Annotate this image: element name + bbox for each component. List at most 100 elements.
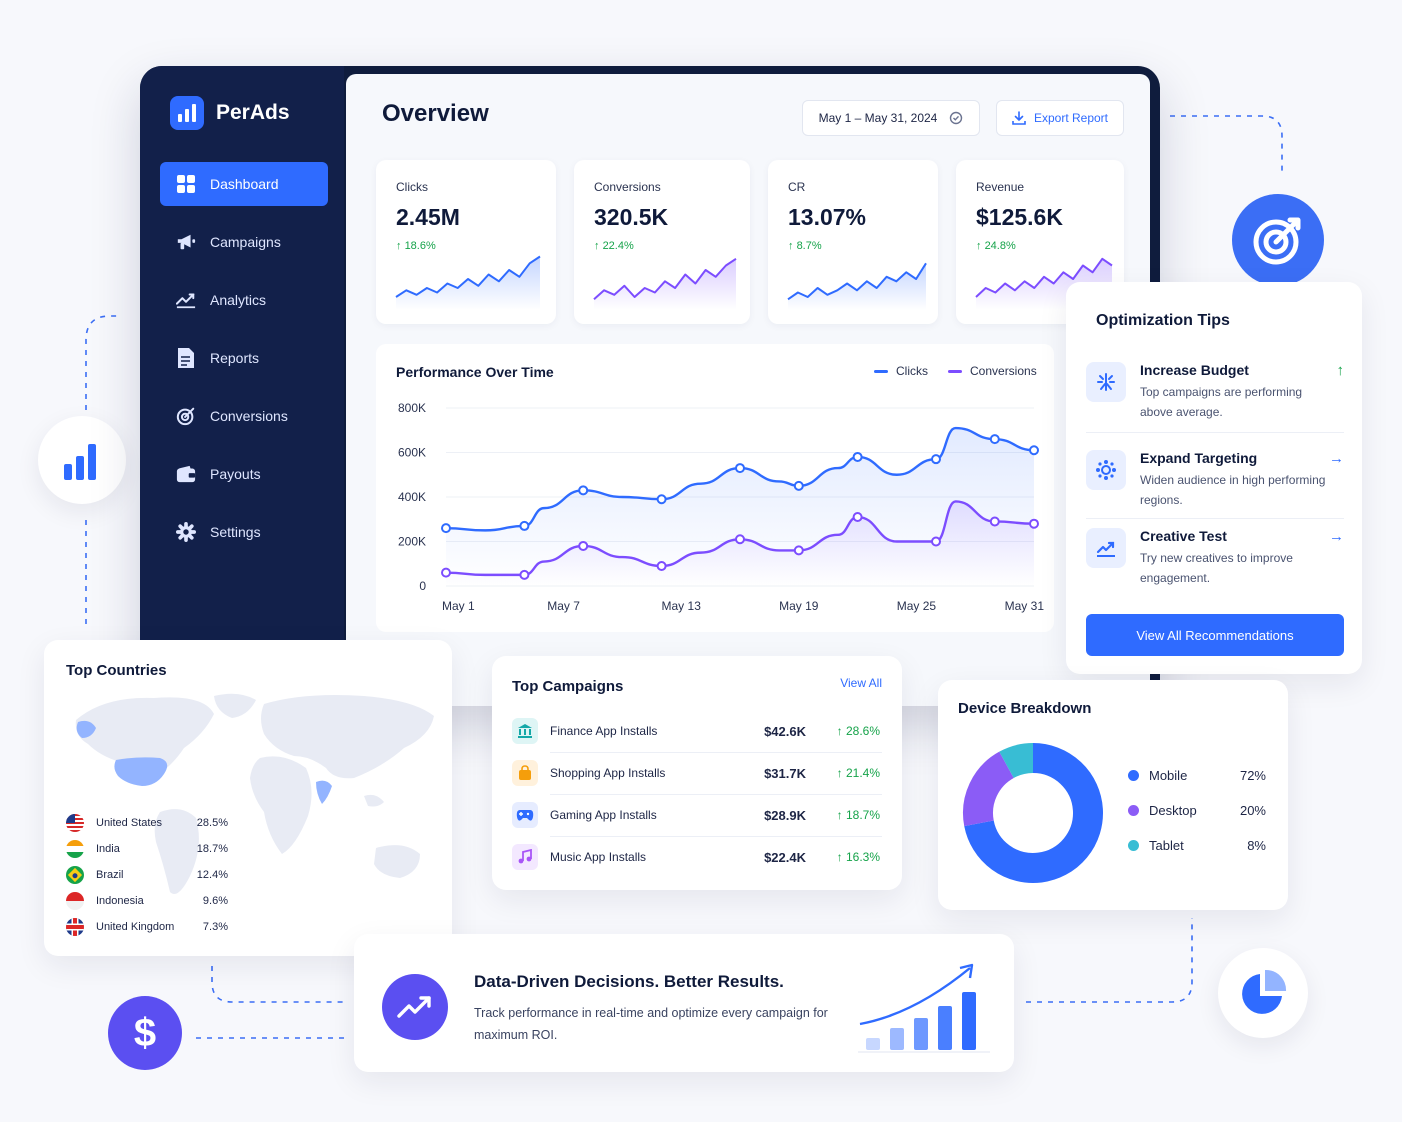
country-row[interactable]: United Kingdom 7.3% bbox=[66, 918, 228, 936]
data-point bbox=[656, 494, 667, 505]
kpi-sparkline bbox=[787, 262, 927, 310]
donut-slice-desktop bbox=[963, 751, 1015, 827]
divider bbox=[1086, 518, 1344, 519]
uk-flag-icon bbox=[66, 918, 84, 936]
device-name: Desktop bbox=[1149, 803, 1197, 818]
country-row[interactable]: United States 28.5% bbox=[66, 814, 228, 832]
brazil-flag-icon bbox=[66, 866, 84, 884]
tip-desc: Top campaigns are performing above avera… bbox=[1140, 385, 1303, 419]
pie-chart-icon bbox=[1242, 969, 1287, 1014]
sidebar-item-label: Reports bbox=[210, 350, 260, 366]
kpi-sparkline bbox=[395, 255, 541, 310]
sidebar: PerAds Dashboard Campaigns Analytics Rep… bbox=[140, 66, 344, 706]
brand[interactable]: PerAds bbox=[170, 96, 290, 130]
data-point bbox=[578, 485, 589, 496]
data-point bbox=[931, 454, 941, 465]
campaign-row[interactable]: Gaming App Installs $28.9K ↑ 18.7% bbox=[512, 794, 882, 836]
campaign-value: $28.9K bbox=[764, 807, 806, 823]
data-point bbox=[441, 523, 451, 534]
app-window: PerAds Dashboard Campaigns Analytics Rep… bbox=[140, 66, 1160, 706]
countries-title: Top Countries bbox=[66, 662, 167, 679]
top-campaigns-card: Top Campaigns View All Finance App Insta… bbox=[492, 656, 902, 890]
sidebar-item-analytics[interactable]: Analytics bbox=[160, 278, 328, 322]
country-name: United Kingdom bbox=[96, 921, 175, 933]
us-highlight bbox=[114, 757, 168, 786]
country-pct: 7.3% bbox=[202, 921, 228, 933]
sidebar-item-dashboard[interactable]: Dashboard bbox=[160, 162, 328, 206]
data-point bbox=[735, 463, 745, 474]
dollar-bubble: $ bbox=[108, 996, 182, 1070]
kpi-label: Revenue bbox=[976, 180, 1025, 194]
export-report-button[interactable]: Export Report bbox=[996, 100, 1124, 136]
campaign-value: $22.4K bbox=[764, 849, 806, 865]
sidebar-item-payouts[interactable]: Payouts bbox=[160, 452, 328, 496]
performance-chart-card: Performance Over Time Clicks Conversions… bbox=[376, 344, 1054, 632]
campaign-name: Shopping App Installs bbox=[550, 766, 666, 780]
data-point bbox=[989, 434, 1000, 445]
india-highlight bbox=[316, 780, 332, 804]
date-range-picker[interactable]: May 1 – May 31, 2024 bbox=[802, 100, 980, 136]
brand-name: PerAds bbox=[216, 101, 290, 124]
kpi-value: 13.07% bbox=[788, 204, 867, 230]
pie-bubble bbox=[1218, 948, 1308, 1038]
device-row-mobile[interactable]: Mobile 72% bbox=[1128, 768, 1266, 783]
budget-icon bbox=[1086, 362, 1126, 402]
view-all-link[interactable]: View All bbox=[840, 676, 882, 690]
y-tick-label: 600K bbox=[398, 446, 426, 460]
device-row-tablet[interactable]: Tablet 8% bbox=[1128, 838, 1266, 853]
us-flag-icon bbox=[66, 814, 84, 832]
sidebar-nav: Dashboard Campaigns Analytics Reports Co… bbox=[160, 162, 328, 568]
legend-dot bbox=[1128, 770, 1139, 781]
data-point bbox=[735, 534, 745, 545]
growth-bars-illustration bbox=[858, 963, 990, 1053]
top-countries-card: Top Countries United States 28.5% India … bbox=[44, 640, 452, 956]
y-tick-label: 800K bbox=[398, 401, 426, 415]
trend-icon bbox=[1086, 528, 1126, 568]
calendar-check-icon bbox=[950, 111, 963, 125]
sidebar-item-conversions[interactable]: Conversions bbox=[160, 394, 328, 438]
indonesia-flag-icon bbox=[66, 892, 84, 910]
promo-title: Data-Driven Decisions. Better Results. bbox=[474, 972, 784, 991]
tip-expand-targeting[interactable]: Expand Targeting Widen audience in high … bbox=[1086, 450, 1344, 510]
campaign-row[interactable]: Music App Installs $22.4K ↑ 16.3% bbox=[512, 836, 882, 878]
view-all-recommendations-button[interactable]: View All Recommendations bbox=[1086, 614, 1344, 656]
kpi-value: 320.5K bbox=[594, 204, 669, 230]
gamepad-icon bbox=[512, 802, 538, 828]
target-arrow-icon bbox=[1253, 217, 1301, 265]
world-map bbox=[75, 693, 434, 894]
tip-title: Expand Targeting bbox=[1140, 450, 1258, 466]
country-row[interactable]: India 18.7% bbox=[66, 840, 228, 858]
kpi-value: $125.6K bbox=[976, 204, 1063, 230]
campaign-delta: ↑ 18.7% bbox=[836, 808, 880, 822]
brand-logo-icon bbox=[170, 96, 204, 130]
country-row[interactable]: Brazil 12.4% bbox=[66, 866, 228, 884]
y-tick-label: 400K bbox=[398, 490, 426, 504]
campaign-row[interactable]: Shopping App Installs $31.7K ↑ 21.4% bbox=[512, 752, 882, 794]
kpi-label: CR bbox=[788, 180, 806, 194]
kpi-card-cr: CR 13.07% ↑ 8.7% bbox=[768, 160, 938, 324]
sidebar-item-settings[interactable]: Settings bbox=[160, 510, 328, 554]
download-icon bbox=[1012, 111, 1026, 125]
divider bbox=[1086, 432, 1344, 433]
sidebar-item-campaigns[interactable]: Campaigns bbox=[160, 220, 328, 264]
targeting-icon bbox=[1086, 450, 1126, 490]
tip-increase-budget[interactable]: Increase Budget Top campaigns are perfor… bbox=[1086, 362, 1344, 422]
data-point bbox=[519, 569, 530, 580]
country-row[interactable]: Indonesia 9.6% bbox=[66, 892, 228, 910]
device-row-desktop[interactable]: Desktop 20% bbox=[1128, 803, 1266, 818]
sidebar-item-reports[interactable]: Reports bbox=[160, 336, 328, 380]
data-point bbox=[852, 512, 863, 523]
tip-desc: Try new creatives to improve engagement. bbox=[1140, 551, 1293, 585]
bar-chart-icon bbox=[64, 444, 96, 480]
gear-icon bbox=[176, 522, 196, 542]
data-point bbox=[931, 536, 941, 547]
tip-creative-test[interactable]: Creative Test Try new creatives to impro… bbox=[1086, 528, 1344, 588]
y-tick-label: 200K bbox=[398, 535, 426, 549]
data-point bbox=[441, 567, 451, 578]
x-tick-label: May 25 bbox=[897, 599, 937, 613]
export-label: Export Report bbox=[1033, 111, 1109, 125]
campaign-row[interactable]: Finance App Installs $42.6K ↑ 28.6% bbox=[512, 710, 882, 752]
device-breakdown-card: Device Breakdown Mobile 72% Desktop 20% … bbox=[938, 680, 1288, 910]
campaign-delta: ↑ 21.4% bbox=[836, 766, 880, 780]
analytics-icon bbox=[176, 290, 196, 310]
